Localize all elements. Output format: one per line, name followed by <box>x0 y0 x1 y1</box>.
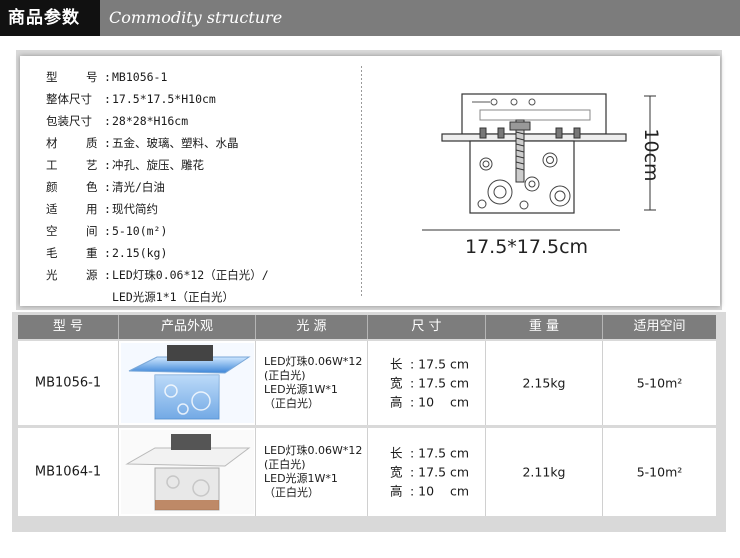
section-title: 商品参数 <box>0 0 100 36</box>
header-dimensions: 尺 寸 <box>367 315 485 339</box>
product-image-white <box>121 430 254 514</box>
dim-line: 高: 10 cm <box>390 483 470 499</box>
spec-value: 5-10(m²) <box>112 224 168 238</box>
header-light: 光 源 <box>255 315 367 339</box>
header-weight: 重 量 <box>485 315 602 339</box>
glass-plate <box>441 133 627 142</box>
light-line: LED光源1W*1 <box>264 472 338 485</box>
light-line: (正白光) <box>264 458 306 471</box>
width-dimension-label: 17.5*17.5cm <box>465 236 589 258</box>
section-subtitle: Commodity structure <box>100 0 740 36</box>
light-line: （正白光） <box>264 486 319 499</box>
table-header: 型 号 产品外观 光 源 尺 寸 重 量 适用空间 <box>18 315 716 339</box>
dim-line: 宽: 17.5 cm <box>390 464 470 480</box>
light-line: （正白光） <box>264 397 319 410</box>
light-line: LED灯珠0.06W*12 <box>264 444 363 457</box>
row-model: MB1064-1 <box>34 464 102 480</box>
spec-divider <box>361 66 362 298</box>
row-space: 5-10m² <box>636 375 683 391</box>
spec-value: 清光/白油 <box>112 180 165 194</box>
section-header: 商品参数 Commodity structure <box>0 0 740 36</box>
spec-value: 冲孔、旋压、雕花 <box>112 158 204 172</box>
spec-value: 2.15(kg) <box>112 246 168 260</box>
spec-value: LED光源1*1（正白光） <box>112 290 235 304</box>
spec-value: LED灯珠0.06*12（正白光）/ <box>112 268 269 282</box>
spec-value: 五金、玻璃、塑料、水晶 <box>112 136 239 150</box>
row-weight: 2.15kg <box>522 375 566 391</box>
light-line: LED灯珠0.06W*12 <box>264 355 363 368</box>
spec-value: 17.5*17.5*H10cm <box>112 92 216 106</box>
spec-value: 28*28*H16cm <box>112 114 189 128</box>
dim-line: 高: 10 cm <box>390 394 470 410</box>
dim-line: 长: 17.5 cm <box>390 356 470 372</box>
dim-line: 宽: 17.5 cm <box>390 375 470 391</box>
header-model: 型 号 <box>52 319 84 334</box>
header-space: 适用空间 <box>602 315 716 339</box>
row-model: MB1056-1 <box>34 375 102 391</box>
header-appearance: 产品外观 <box>118 315 255 339</box>
table-row: MB1064-1 LED灯珠0.06W*12 (正白光) LED光源1W*1 （… <box>18 428 716 516</box>
light-line: (正白光) <box>264 369 306 382</box>
dim-line: 长: 17.5 cm <box>390 445 470 461</box>
spec-value: 现代简约 <box>112 202 158 216</box>
spec-value: MB1056-1 <box>112 70 168 84</box>
row-space: 5-10m² <box>636 464 683 480</box>
product-image-blue <box>121 343 254 423</box>
row-weight: 2.11kg <box>522 464 566 480</box>
table-row: MB1056-1 LED灯珠0.06W*12 (正白光) LED光源1W*1 （… <box>18 341 716 425</box>
light-line: LED光源1W*1 <box>264 383 338 396</box>
height-dimension-label: 10cm <box>640 128 662 182</box>
